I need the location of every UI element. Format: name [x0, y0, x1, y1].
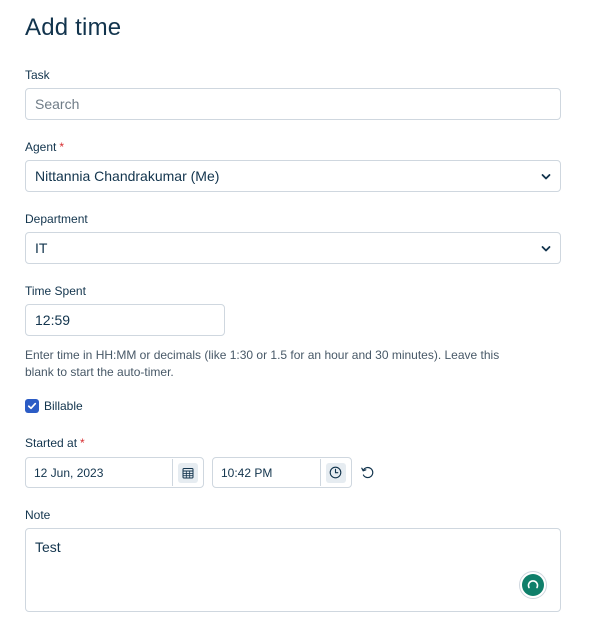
task-label: Task	[25, 68, 50, 82]
chevron-down-icon	[541, 174, 551, 180]
department-select-value: IT	[35, 240, 48, 256]
agent-select-value: Nittannia Chandrakumar (Me)	[35, 168, 220, 184]
page-title: Add time	[25, 14, 122, 41]
date-picker-button[interactable]	[172, 459, 202, 486]
calendar-icon	[182, 467, 193, 478]
clock-icon	[329, 466, 342, 479]
required-marker: *	[59, 140, 65, 154]
assistant-fab-button[interactable]	[519, 571, 547, 599]
billable-label[interactable]: Billable	[44, 399, 83, 413]
time-spent-label: Time Spent	[25, 284, 86, 298]
note-textarea[interactable]: Test	[25, 528, 561, 612]
billable-checkbox[interactable]	[25, 399, 39, 413]
start-time-value: 10:42 PM	[221, 465, 273, 480]
note-label: Note	[25, 508, 51, 522]
start-time-input[interactable]: 10:42 PM	[212, 457, 352, 488]
check-icon	[27, 402, 37, 410]
start-date-input[interactable]: 12 Jun, 2023	[25, 457, 204, 488]
department-label: Department	[25, 212, 88, 226]
required-marker: *	[80, 436, 85, 450]
agent-select[interactable]: Nittannia Chandrakumar (Me)	[25, 160, 561, 192]
started-at-label: Started at *	[25, 436, 85, 450]
task-search-placeholder: Search	[35, 96, 80, 112]
time-spent-value: 12:59	[35, 312, 71, 328]
task-search-input[interactable]: Search	[25, 88, 561, 120]
reset-icon[interactable]	[360, 465, 375, 480]
time-spent-help-text: Enter time in HH:MM or decimals (like 1:…	[25, 348, 500, 379]
department-select[interactable]: IT	[25, 232, 561, 264]
time-spent-input[interactable]: 12:59	[25, 304, 225, 336]
chevron-down-icon	[541, 246, 551, 252]
time-picker-button[interactable]	[320, 459, 350, 486]
agent-label: Agent *	[25, 140, 65, 154]
start-date-value: 12 Jun, 2023	[34, 465, 104, 480]
assistant-fab-icon	[527, 580, 539, 589]
